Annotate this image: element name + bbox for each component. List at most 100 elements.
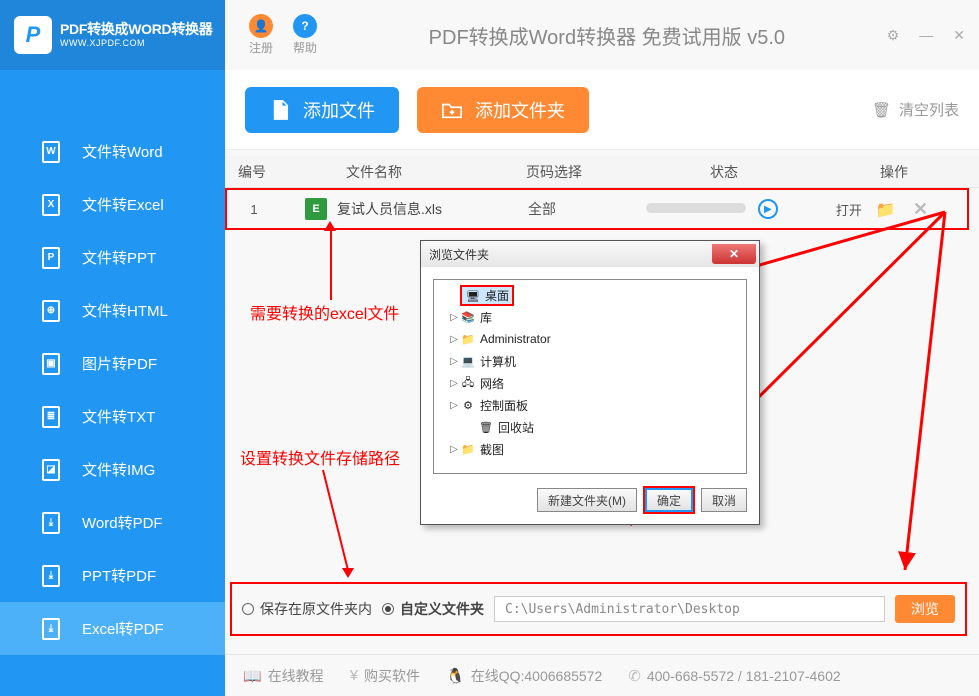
cancel-button[interactable]: 取消 — [701, 488, 747, 512]
th-page: 页码选择 — [469, 162, 639, 182]
yen-icon: ¥ — [350, 667, 358, 684]
img-icon: ◪ — [42, 459, 60, 481]
phone-label: 400-668-5572 / 181-2107-4602 — [647, 668, 841, 684]
sidebar-item-file-to-txt[interactable]: ≣文件转TXT — [0, 390, 225, 443]
cell-id: 1 — [227, 202, 281, 217]
annotation-file-hint: 需要转换的excel文件 — [250, 300, 399, 324]
tree-node-library[interactable]: ▷📚库 — [436, 306, 744, 328]
th-id: 编号 — [225, 162, 279, 182]
clear-list-label: 清空列表 — [899, 99, 959, 120]
help-label: 帮助 — [293, 39, 317, 56]
book-icon: 📖 — [243, 667, 262, 685]
image-icon: ▣ — [42, 353, 60, 375]
qq-label: 在线QQ:4006685572 — [471, 666, 603, 686]
pdf-icon: ⤓ — [42, 565, 60, 587]
radio-save-same[interactable]: 保存在原文件夹内 — [242, 599, 372, 619]
sidebar-item-image-to-pdf[interactable]: ▣ 图片转PDF — [0, 337, 225, 390]
tutorial-label: 在线教程 — [268, 666, 324, 686]
add-file-label: 添加文件 — [303, 97, 375, 123]
help-button[interactable]: ? 帮助 — [283, 14, 327, 56]
browse-folder-dialog: 浏览文件夹 ✕ 🖥桌面 ▷📚库 ▷📁Administrator ▷💻计算机 ▷🖧… — [420, 240, 760, 525]
browse-button[interactable]: 浏览 — [895, 595, 955, 623]
open-folder-icon[interactable]: 📁 — [876, 202, 896, 219]
cell-filename: 复试人员信息.xls — [337, 199, 442, 219]
settings-icon[interactable]: ⚙ — [887, 27, 900, 44]
nav-label: 文件转HTML — [82, 300, 168, 321]
sidebar-item-file-to-excel[interactable]: X文件转Excel — [0, 178, 225, 231]
phone-contact[interactable]: ✆ 400-668-5572 / 181-2107-4602 — [628, 667, 840, 685]
tree-node-desktop[interactable]: 🖥桌面 — [436, 284, 744, 306]
tree-node-recycle[interactable]: 🗑回收站 — [436, 416, 744, 438]
word-icon: W — [42, 141, 60, 163]
register-label: 注册 — [249, 39, 273, 56]
th-name: 文件名称 — [279, 162, 469, 182]
dialog-close-button[interactable]: ✕ — [712, 244, 756, 264]
clear-list-button[interactable]: 🗑 清空列表 — [872, 99, 959, 120]
nav-label: 文件转TXT — [82, 406, 155, 427]
nav-label: 图片转PDF — [82, 353, 157, 374]
radio-label: 保存在原文件夹内 — [260, 599, 372, 619]
open-link[interactable]: 打开 — [836, 203, 862, 218]
tree-label: 截图 — [480, 441, 504, 458]
excel-file-icon: E — [305, 198, 327, 220]
buy-link[interactable]: ¥ 购买软件 — [350, 666, 420, 686]
tree-node-computer[interactable]: ▷💻计算机 — [436, 350, 744, 372]
sidebar-item-file-to-html[interactable]: ⊕ 文件转HTML — [0, 284, 225, 337]
new-folder-button[interactable]: 新建文件夹(M) — [537, 488, 637, 512]
sidebar-item-word-to-pdf[interactable]: ⤓Word转PDF — [0, 496, 225, 549]
add-folder-label: 添加文件夹 — [475, 97, 565, 123]
sidebar-item-excel-to-pdf[interactable]: ⤓ Excel转PDF — [0, 602, 225, 655]
tree-label-desktop: 桌面 — [485, 289, 509, 303]
sidebar-item-file-to-ppt[interactable]: P文件转PPT — [0, 231, 225, 284]
sidebar-item-file-to-img[interactable]: ◪ 文件转IMG — [0, 443, 225, 496]
sidebar-item-file-to-word[interactable]: W 文件转Word — [0, 125, 225, 178]
cell-page[interactable]: 全部 — [528, 201, 556, 217]
register-button[interactable]: 👤 注册 — [239, 14, 283, 56]
tree-node-admin[interactable]: ▷📁Administrator — [436, 328, 744, 350]
th-op: 操作 — [809, 162, 979, 182]
excel-icon: X — [42, 194, 60, 216]
progress-bar — [646, 203, 746, 213]
nav-label: 文件转Word — [82, 141, 163, 162]
tutorial-link[interactable]: 📖 在线教程 — [243, 666, 324, 686]
th-status: 状态 — [639, 162, 809, 182]
tree-node-network[interactable]: ▷🖧网络 — [436, 372, 744, 394]
qq-contact[interactable]: 🐧在线QQ:4006685572 — [446, 666, 602, 686]
radio-label: 自定义文件夹 — [400, 599, 484, 619]
play-button[interactable]: ▶ — [758, 199, 778, 219]
tree-label: 控制面板 — [480, 397, 528, 414]
nav-label: Excel转PDF — [82, 618, 164, 639]
remove-row-icon[interactable]: ✕ — [913, 199, 928, 219]
output-path-input[interactable]: C:\Users\Administrator\Desktop — [494, 596, 885, 622]
radio-icon — [242, 603, 254, 615]
phone-icon: ✆ — [628, 667, 641, 685]
tree-label: 库 — [480, 309, 492, 326]
nav-label: 文件转IMG — [82, 459, 155, 480]
tree-node-control[interactable]: ▷⚙控制面板 — [436, 394, 744, 416]
table-row: 1 E 复试人员信息.xls 全部 ▶ 打开 📁 ✕ — [225, 188, 969, 230]
close-icon[interactable]: ✕ — [953, 27, 965, 44]
tree-label: 回收站 — [498, 419, 534, 436]
brand-url: WWW.XJPDF.COM — [60, 38, 212, 49]
sidebar: P PDF转换成WORD转换器 WWW.XJPDF.COM W 文件转Word X… — [0, 0, 225, 696]
add-file-button[interactable]: 添加文件 — [245, 87, 399, 133]
sidebar-item-ppt-to-pdf[interactable]: ⤓PPT转PDF — [0, 549, 225, 602]
folder-tree[interactable]: 🖥桌面 ▷📚库 ▷📁Administrator ▷💻计算机 ▷🖧网络 ▷⚙控制面… — [433, 279, 747, 474]
table-header: 编号 文件名称 页码选择 状态 操作 — [225, 156, 979, 188]
brand-logo-icon: P — [14, 16, 52, 54]
html-icon: ⊕ — [42, 300, 60, 322]
tree-node-screenshot[interactable]: ▷📁截图 — [436, 438, 744, 460]
radio-icon — [382, 603, 394, 615]
brand-title: PDF转换成WORD转换器 — [60, 21, 212, 38]
buy-label: 购买软件 — [364, 666, 420, 686]
brand-block: P PDF转换成WORD转换器 WWW.XJPDF.COM — [0, 0, 225, 70]
folder-plus-icon — [441, 99, 463, 121]
radio-save-custom[interactable]: 自定义文件夹 — [382, 599, 484, 619]
add-folder-button[interactable]: 添加文件夹 — [417, 87, 589, 133]
ok-button[interactable]: 确定 — [645, 488, 693, 512]
pdf-icon: ⤓ — [42, 618, 60, 640]
pdf-icon: ⤓ — [42, 512, 60, 534]
help-icon: ? — [293, 14, 317, 38]
page-title: PDF转换成Word转换器 免费试用版 v5.0 — [327, 21, 887, 50]
minimize-icon[interactable]: — — [919, 27, 933, 44]
